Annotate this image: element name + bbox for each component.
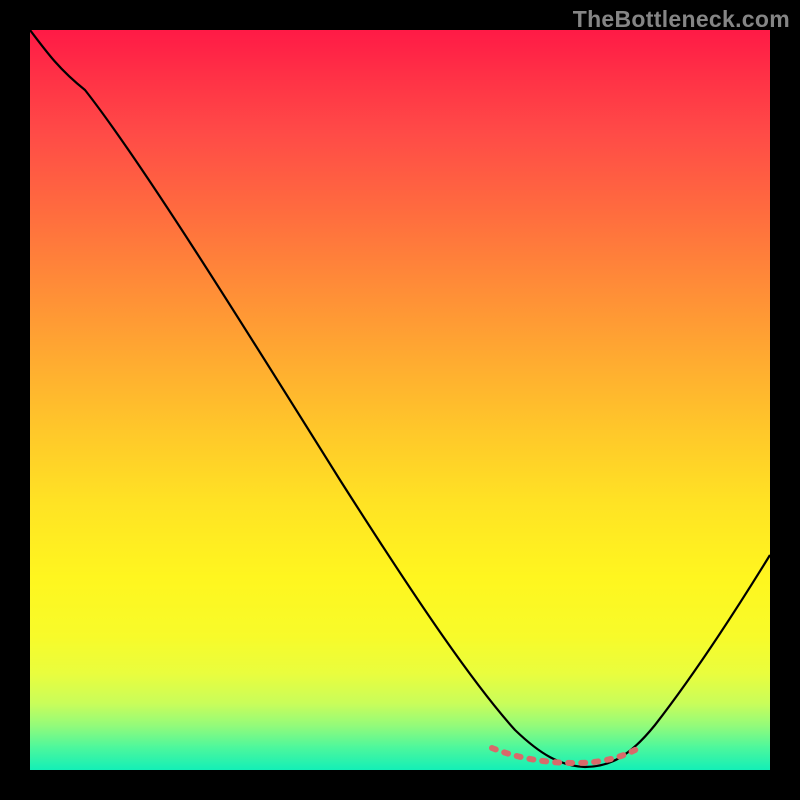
chart-frame: TheBottleneck.com xyxy=(0,0,800,800)
watermark-text: TheBottleneck.com xyxy=(573,6,790,33)
curve-layer xyxy=(30,30,770,770)
bottleneck-curve xyxy=(30,30,770,767)
optimal-range-marker xyxy=(492,746,642,763)
plot-area xyxy=(30,30,770,770)
